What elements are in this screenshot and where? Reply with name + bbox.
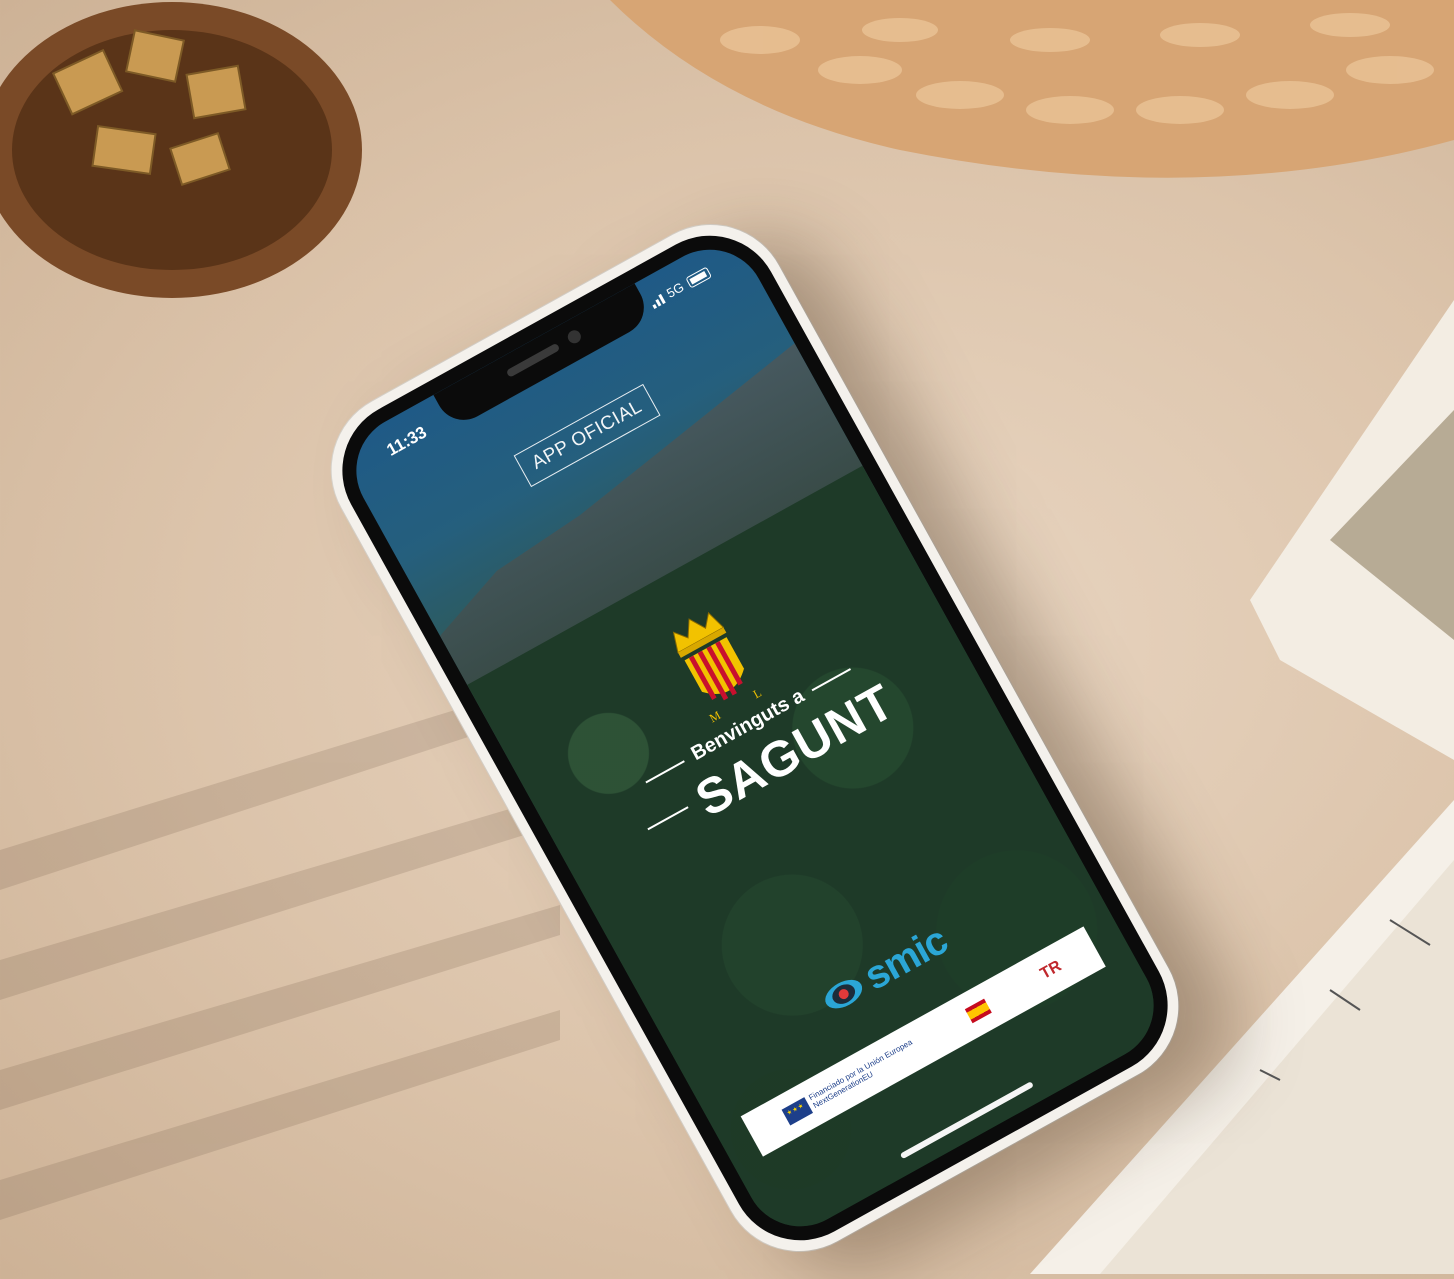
wooden-bowl-icon: [0, 2, 362, 298]
eu-flag-icon: [781, 1097, 813, 1126]
book-stack-icon: [1030, 300, 1454, 1274]
status-icons: 5G: [647, 265, 712, 310]
spain-gov-logo: [964, 998, 992, 1024]
status-time: 11:33: [383, 422, 430, 460]
divider: [647, 806, 689, 831]
woven-mat-icon: [610, 0, 1454, 178]
scene: 11:33 5G APP OFICIAL M L Benvinguts a SA…: [0, 0, 1454, 1279]
network-label: 5G: [663, 279, 687, 301]
battery-icon: [685, 266, 712, 289]
crest-letter-l: L: [751, 685, 764, 701]
signal-icon: [648, 292, 666, 309]
crest-letter-m: M: [707, 708, 723, 726]
recovery-plan-logo: TR: [1038, 958, 1065, 984]
spain-flag-icon: [964, 998, 992, 1024]
tr-mark: TR: [1037, 957, 1065, 983]
